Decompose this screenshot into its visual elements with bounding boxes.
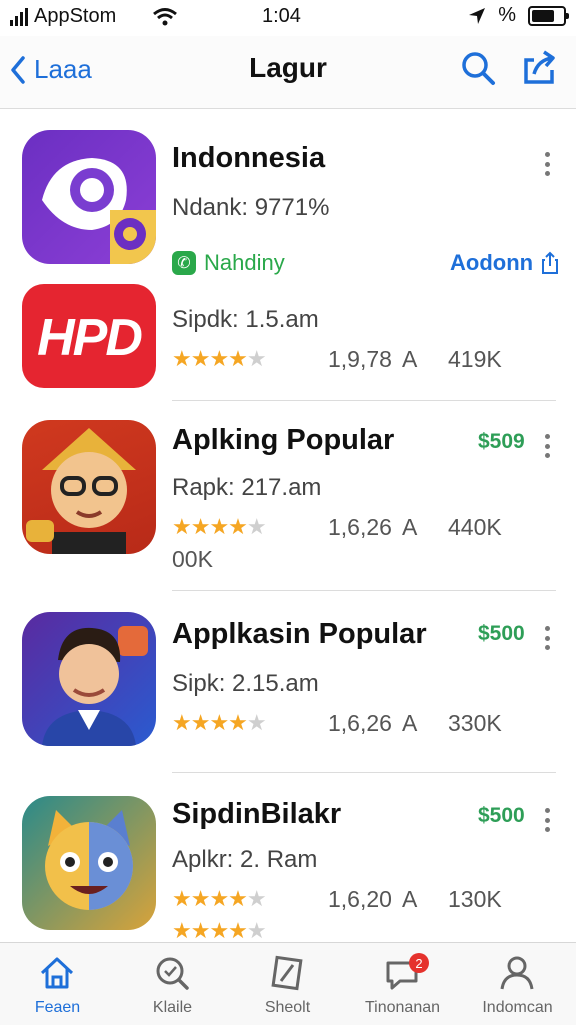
more-options-icon[interactable]: [540, 434, 554, 458]
wifi-icon: [153, 7, 178, 25]
tab-klaile[interactable]: Klaile: [115, 943, 230, 1025]
app-price[interactable]: $509: [478, 430, 525, 454]
tab-sheolt[interactable]: Sheolt: [230, 943, 345, 1025]
chat-bubble-icon: ✆: [172, 251, 196, 275]
divider: [172, 400, 556, 401]
tab-tinonanan[interactable]: 2 Tinonanan: [345, 943, 460, 1025]
back-button[interactable]: Laaa: [10, 54, 92, 85]
app-badge-label: Nahdiny: [204, 250, 285, 275]
app-badge: ✆ Nahdiny: [172, 250, 285, 276]
extra-count: 00K: [172, 546, 213, 572]
app-icon-sipdinbilakr[interactable]: [22, 796, 156, 930]
carrier: AppStom: [10, 5, 178, 28]
download-count: 330K: [448, 710, 502, 736]
app-name[interactable]: Aplking Popular: [172, 424, 394, 457]
app-price[interactable]: $500: [478, 804, 525, 828]
rating-count: 1,6,26: [328, 710, 392, 736]
star-rating: ★★★★★: [172, 918, 267, 942]
home-icon: [40, 957, 74, 989]
more-options-icon[interactable]: [540, 808, 554, 832]
rating-count: 1,6,20: [328, 886, 392, 912]
app-name[interactable]: SipdinBilakr: [172, 798, 341, 831]
status-right: %: [468, 4, 569, 27]
tab-label: Tinonanan: [364, 999, 441, 1016]
open-label: Aodonn: [450, 250, 534, 275]
app-icon-aplking[interactable]: [22, 420, 156, 554]
rating-count: 1,6,26: [328, 514, 392, 540]
avatar-illustration-icon: [42, 626, 148, 746]
rating-suffix: A: [402, 710, 418, 736]
divider: [172, 772, 556, 773]
app-subtitle: Rapk: 217.am: [172, 474, 322, 501]
share-icon: [524, 50, 555, 84]
rating-suffix: A: [402, 346, 418, 372]
divider: [172, 590, 556, 591]
navigation-bar: Laaa Lagur: [0, 36, 576, 109]
tab-indomcan[interactable]: Indomcan: [460, 943, 575, 1025]
battery-icon: [528, 5, 569, 26]
tab-label: Indomcan: [482, 999, 553, 1016]
more-options-icon[interactable]: [540, 152, 554, 176]
search-icon: [156, 957, 189, 990]
app-subtitle: Aplkr: 2. Ram: [172, 846, 318, 873]
app-icon-text: HPD: [37, 309, 143, 367]
tab-label: Klaile: [152, 999, 193, 1016]
app-price[interactable]: $500: [478, 622, 525, 646]
chevron-left-icon: [11, 55, 25, 84]
search-button[interactable]: [458, 48, 498, 88]
rating-suffix: A: [402, 514, 418, 540]
star-rating: ★★★★★: [172, 346, 267, 371]
star-rating: ★★★★★: [172, 514, 267, 539]
location-arrow-icon: [469, 7, 486, 24]
more-options-icon[interactable]: [540, 626, 554, 650]
avatar-illustration-icon: [26, 428, 136, 554]
share-icon: [542, 251, 559, 274]
status-bar: AppStom 1:04 %: [0, 0, 576, 36]
signal-icon: [10, 7, 28, 26]
app-icon-applkasin[interactable]: [22, 612, 156, 746]
carrier-name: AppStom: [34, 5, 117, 27]
tab-feaen[interactable]: Feaen: [0, 943, 115, 1025]
battery-percent: %: [498, 4, 516, 26]
rating-suffix: A: [402, 886, 418, 912]
cat-character-icon: [45, 810, 133, 910]
app-subtitle: Sipdk: 1.5.am: [172, 306, 319, 333]
search-icon: [462, 52, 495, 85]
tab-label: Sheolt: [264, 999, 311, 1016]
status-time: 1:04: [262, 5, 301, 27]
download-count: 419K: [448, 346, 502, 372]
download-count: 440K: [448, 514, 502, 540]
rating-count: 1,9,78: [328, 346, 392, 372]
notification-badge: 2: [409, 953, 429, 973]
app-list: Indonnesia Ndank: 9771% ✆ Nahdiny Aodonn…: [0, 108, 576, 942]
share-button[interactable]: [520, 48, 560, 88]
star-rating: ★★★★★: [172, 886, 267, 911]
app-subtitle: Sipk: 2.15.am: [172, 670, 319, 697]
app-name[interactable]: Applkasin Popular: [172, 618, 427, 651]
app-icon-hpd[interactable]: HPD: [22, 284, 156, 388]
download-count: 130K: [448, 886, 502, 912]
open-button[interactable]: Aodonn: [450, 250, 559, 276]
app-icon-indonnesia[interactable]: [22, 130, 156, 264]
profile-icon: [500, 956, 534, 990]
app-subtitle: Ndank: 9771%: [172, 194, 330, 221]
compass-icon: [271, 955, 303, 991]
app-name[interactable]: Indonnesia: [172, 142, 325, 175]
tab-bar: Feaen Klaile Sheolt 2 Tinonanan Indomcan: [0, 942, 576, 1025]
tab-label: Feaen: [34, 999, 81, 1016]
star-rating: ★★★★★: [172, 710, 267, 735]
app-logo-icon: [42, 158, 156, 264]
back-label: Laaa: [34, 54, 92, 84]
